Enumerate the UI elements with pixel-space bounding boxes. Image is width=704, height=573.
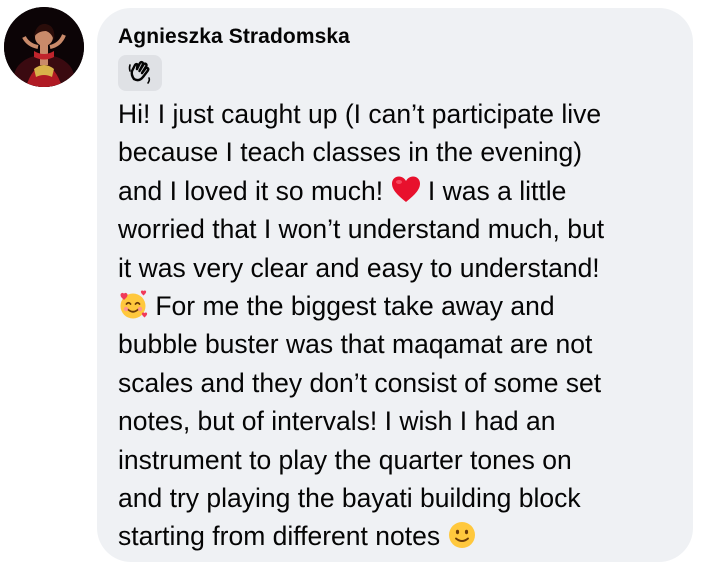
comment-text-segment: and I loved it so much! [118,175,391,206]
comment-line: and try playing the bayati building bloc… [118,483,581,514]
avatar[interactable] [4,7,84,87]
comment-line: For me the biggest take away and [118,287,678,325]
comment-text: Hi! I just caught up (I can’t participat… [118,95,678,556]
comment-text-segment: I was a little [420,175,567,206]
comment-line: starting from different notes [118,517,678,555]
comment-line: instrument to play the quarter tones on [118,444,572,475]
comment-line: notes, but of intervals! I wish I had an [118,406,556,437]
comment-line: scales and they don’t consist of some se… [118,367,602,398]
slightly-smiling-face-icon [447,520,477,550]
comment-line: worried that I won’t understand much, bu… [118,214,605,245]
comment-line: and I loved it so much! I was a little [118,172,678,210]
red-heart-icon [391,175,421,205]
avatar-photo [4,7,84,87]
smiling-face-with-hearts-icon [118,290,148,320]
comment-line: because I teach classes in the evening) [118,137,583,168]
comment-line: Hi! I just caught up (I can’t participat… [118,99,602,129]
waving-hand-icon [118,55,162,91]
comment-author[interactable]: Agnieszka Stradomska [118,25,350,49]
comment-line: bubble buster was that maqamat are not [118,329,593,360]
comment-text-segment: starting from different notes [118,521,448,552]
comment-text-segment: For me the biggest take away and [148,291,555,322]
comment-line: it was very clear and easy to understand… [118,252,600,283]
